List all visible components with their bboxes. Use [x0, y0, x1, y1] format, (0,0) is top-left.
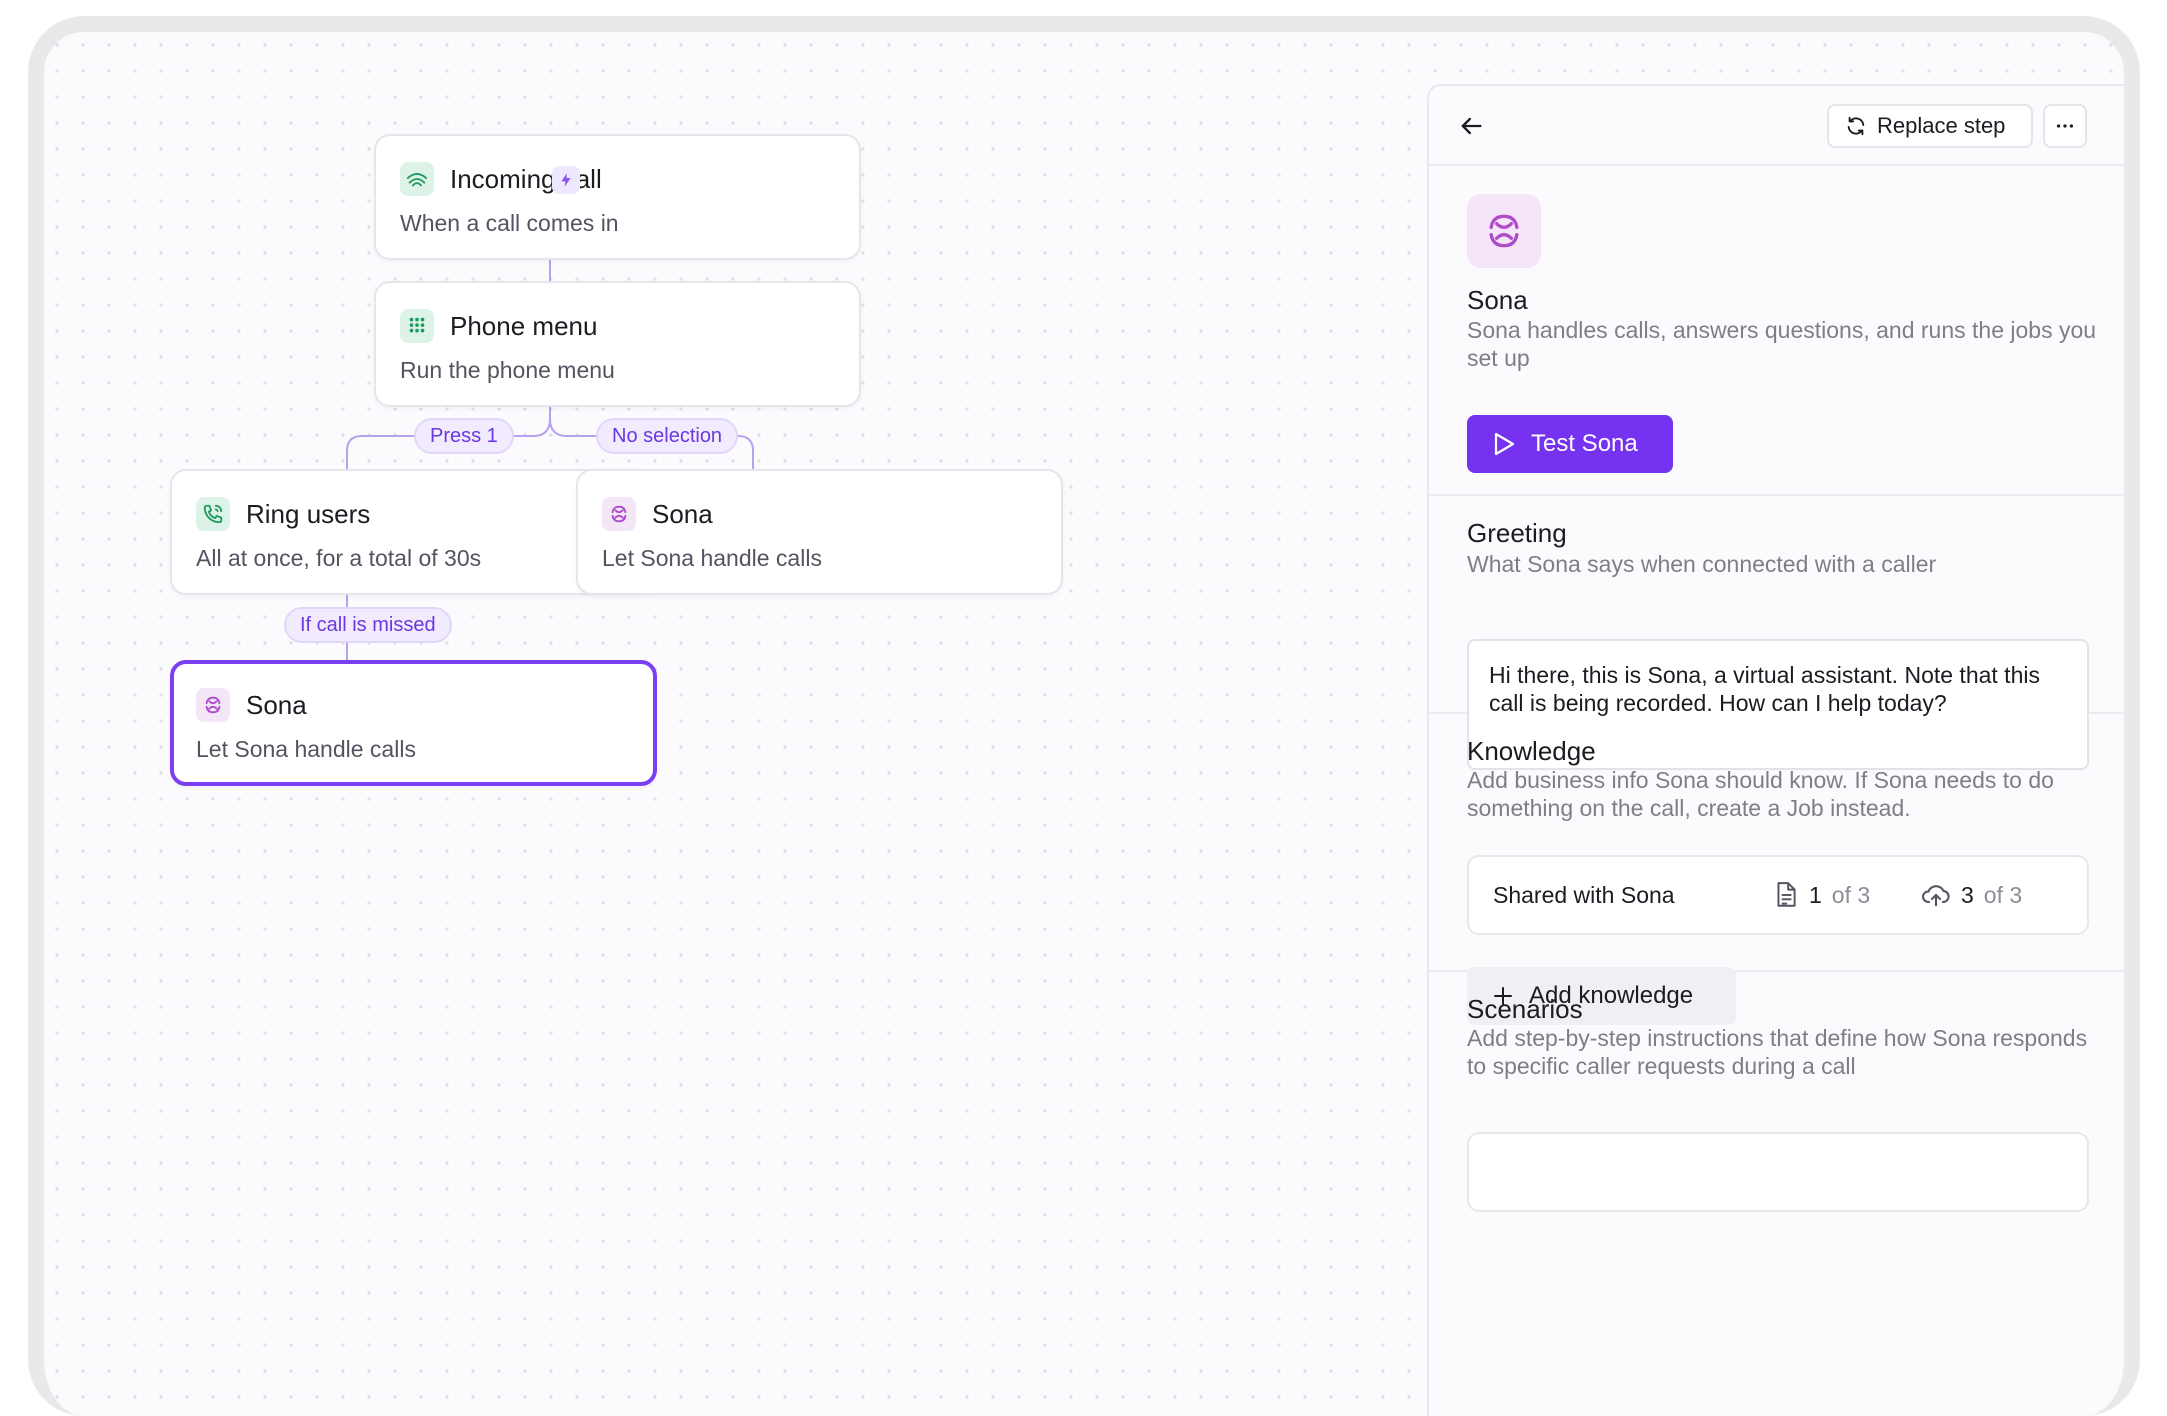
shared-knowledge-row[interactable]: Shared with Sona 1 of 3 3 of 3: [1467, 855, 2089, 935]
node-subtitle: Run the phone menu: [400, 355, 615, 385]
test-sona-button[interactable]: Test Sona: [1467, 415, 1673, 473]
cloud-upload-icon: [1921, 881, 1951, 909]
sona-icon: [602, 497, 636, 531]
assistant-description: Sona handles calls, answers questions, a…: [1467, 316, 2097, 372]
branch-label-no-selection[interactable]: No selection: [596, 418, 738, 454]
node-subtitle: Let Sona handle calls: [196, 734, 416, 764]
uploads-count-value: 3: [1961, 879, 1974, 911]
greeting-description: What Sona says when connected with a cal…: [1467, 550, 2097, 578]
node-sona-no-selection[interactable]: Sona Let Sona handle calls: [576, 469, 1063, 595]
node-sona-selected[interactable]: Sona Let Sona handle calls: [170, 660, 657, 786]
back-arrow-icon[interactable]: [1457, 112, 1485, 140]
ellipsis-icon: [2054, 115, 2076, 137]
sona-icon: [196, 688, 230, 722]
phone-ringing-icon: [196, 497, 230, 531]
branch-label-missed[interactable]: If call is missed: [284, 607, 452, 643]
node-incoming-call[interactable]: Incoming call When a call comes in: [374, 134, 861, 260]
uploads-count-total: of 3: [1984, 879, 2022, 911]
scenarios-title: Scenarios: [1467, 992, 1583, 1026]
sona-overview-section: Sona Sona handles calls, answers questio…: [1429, 166, 2125, 496]
scenarios-section: Scenarios Add step-by-step instructions …: [1429, 972, 2125, 1416]
replace-step-label: Replace step: [1877, 113, 2005, 139]
greeting-section: Greeting What Sona says when connected w…: [1429, 496, 2125, 714]
refresh-icon: [1845, 115, 1867, 137]
knowledge-section: Knowledge Add business info Sona should …: [1429, 714, 2125, 972]
knowledge-title: Knowledge: [1467, 734, 1596, 768]
panel-toolbar: Replace step: [1429, 86, 2125, 166]
uploads-count: 3 of 3: [1921, 879, 2022, 911]
node-title: Sona: [652, 497, 713, 531]
documents-count-value: 1: [1809, 879, 1822, 911]
replace-step-button[interactable]: Replace step: [1827, 104, 2033, 148]
scenario-card[interactable]: [1467, 1132, 2089, 1212]
keypad-icon: [400, 309, 434, 343]
trigger-bolt-icon: [552, 166, 580, 194]
node-title: Sona: [246, 688, 307, 722]
test-sona-label: Test Sona: [1531, 430, 1638, 458]
more-options-button[interactable]: [2043, 104, 2087, 148]
shared-with-sona-label: Shared with Sona: [1493, 879, 1675, 911]
node-title: Phone menu: [450, 309, 597, 343]
assistant-name: Sona: [1467, 283, 1528, 317]
documents-count: 1 of 3: [1773, 879, 1870, 911]
document-icon: [1773, 881, 1799, 909]
node-title: Ring users: [246, 497, 370, 531]
play-icon: [1493, 432, 1515, 456]
branch-label-press-1[interactable]: Press 1: [414, 418, 514, 454]
knowledge-description: Add business info Sona should know. If S…: [1467, 766, 2097, 822]
step-details-panel: Replace step Sona Sona handles calls, an…: [1427, 84, 2127, 1416]
node-subtitle: When a call comes in: [400, 208, 619, 238]
documents-count-total: of 3: [1832, 879, 1870, 911]
scenarios-description: Add step-by-step instructions that defin…: [1467, 1024, 2097, 1080]
node-phone-menu[interactable]: Phone menu Run the phone menu: [374, 281, 861, 407]
sona-logo-icon: [1467, 194, 1541, 268]
incoming-call-icon: [400, 162, 434, 196]
node-subtitle: All at once, for a total of 30s: [196, 543, 481, 573]
app-window: Incoming call When a call comes in Phone…: [28, 16, 2140, 1416]
node-subtitle: Let Sona handle calls: [602, 543, 822, 573]
greeting-title: Greeting: [1467, 516, 1567, 550]
